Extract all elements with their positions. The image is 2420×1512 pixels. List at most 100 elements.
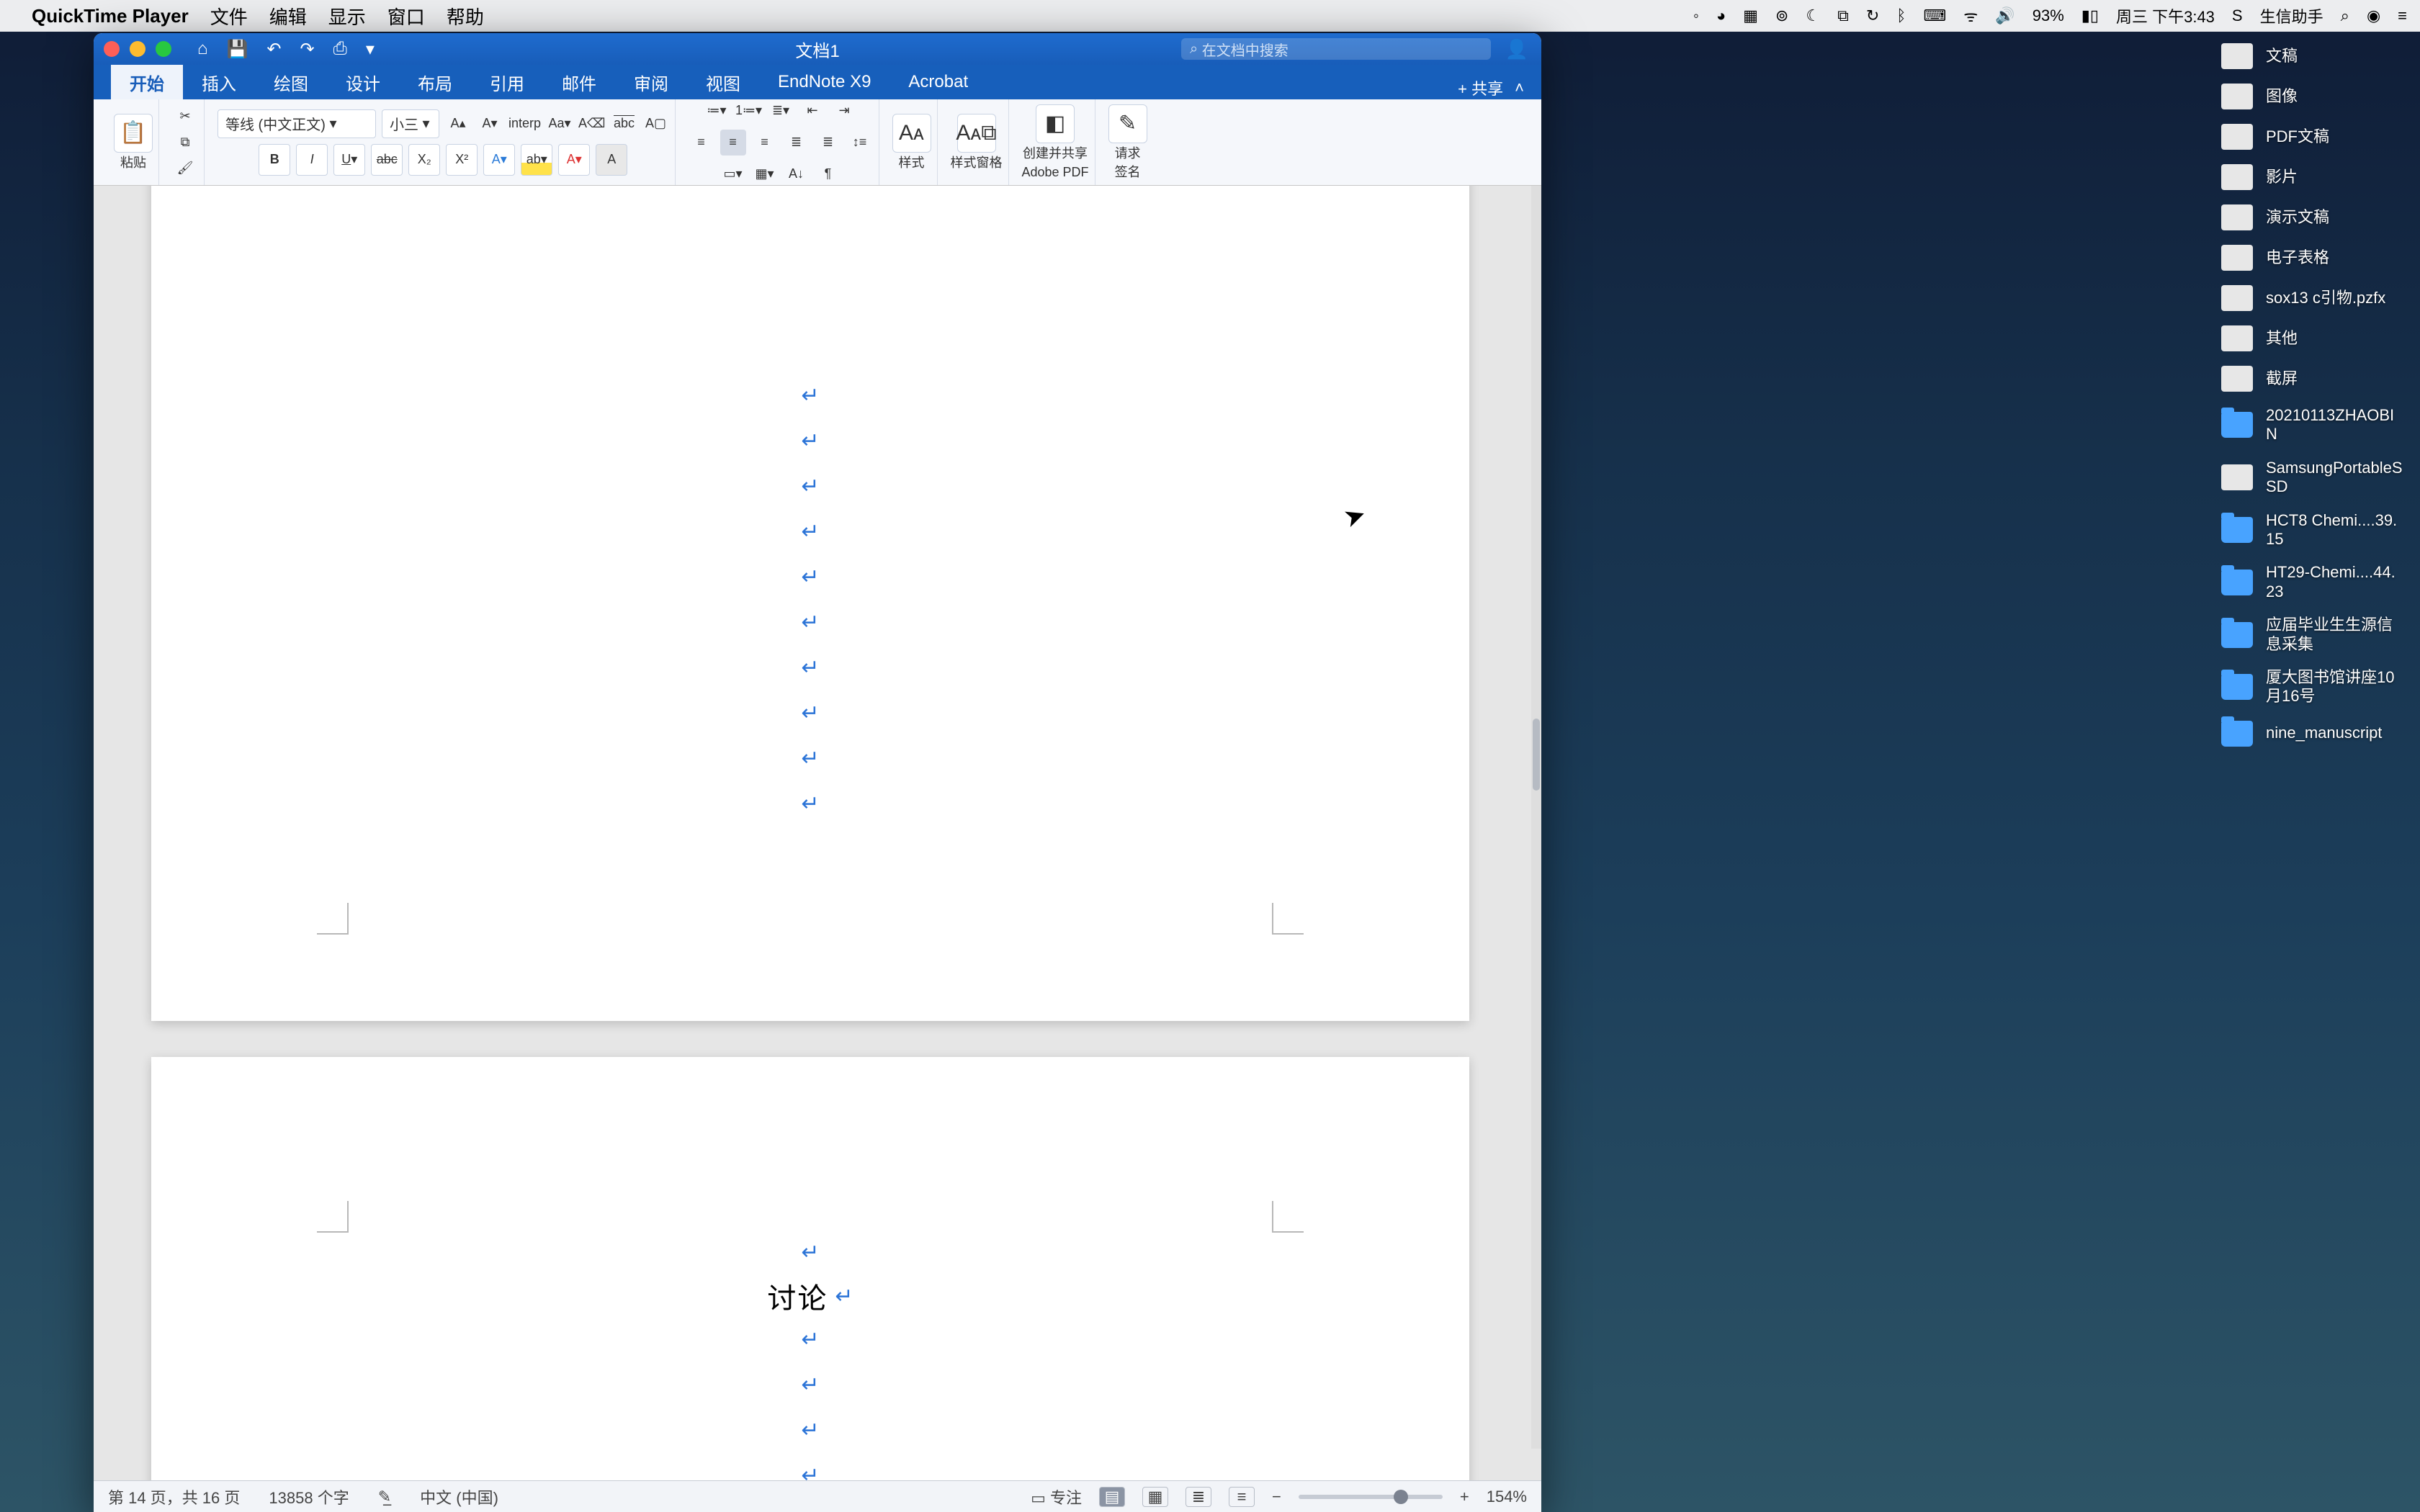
- tab-draw[interactable]: 绘图: [255, 65, 327, 99]
- adobe-create-button[interactable]: ◧: [1036, 104, 1075, 143]
- desktop-item[interactable]: 演示文稿: [2221, 204, 2408, 230]
- format-painter-icon[interactable]: 🖌: [172, 156, 198, 181]
- minimize-window-button[interactable]: [130, 41, 145, 57]
- status-icon[interactable]: ◦: [1693, 6, 1699, 25]
- phonetic-icon[interactable]: abc: [611, 111, 637, 137]
- clear-format-icon[interactable]: A⌫: [578, 111, 605, 137]
- zoom-slider[interactable]: [1299, 1495, 1443, 1499]
- document-canvas[interactable]: ↵ ↵ ↵ ↵ ↵ ↵ ↵ ↵ ↵ ↵ ↵ 讨论 ↵: [94, 186, 1541, 1480]
- superscript-button[interactable]: X²: [446, 144, 478, 176]
- clock[interactable]: 周三 下午3:43: [2116, 4, 2215, 27]
- copy-icon[interactable]: ⧉: [172, 130, 198, 154]
- desktop-item[interactable]: 厦大图书馆讲座10月16号: [2221, 668, 2408, 706]
- account-icon[interactable]: 👤: [1505, 38, 1528, 60]
- menu-window[interactable]: 窗口: [387, 3, 425, 30]
- page-prev[interactable]: ↵ ↵ ↵ ↵ ↵ ↵ ↵ ↵ ↵ ↵: [151, 186, 1469, 1021]
- zoom-thumb[interactable]: [1394, 1490, 1408, 1504]
- char-border-icon[interactable]: A▢: [643, 111, 669, 137]
- desktop-item[interactable]: 截屏: [2221, 366, 2408, 392]
- keyboard-icon[interactable]: ⌨: [1923, 6, 1946, 25]
- desktop-item[interactable]: 影片: [2221, 164, 2408, 190]
- cut-icon[interactable]: ✂: [172, 104, 198, 128]
- tab-mail[interactable]: 邮件: [543, 65, 615, 99]
- fullscreen-window-button[interactable]: [156, 41, 171, 57]
- collapse-ribbon-icon[interactable]: ˄: [1515, 78, 1524, 97]
- zoom-out-button[interactable]: −: [1272, 1488, 1281, 1506]
- font-size-select[interactable]: 小三 ▾: [382, 109, 439, 138]
- language-indicator[interactable]: 中文 (中国): [420, 1485, 498, 1508]
- close-window-button[interactable]: [104, 41, 120, 57]
- shading-icon[interactable]: ▭▾: [720, 161, 746, 187]
- wifi-icon[interactable]: ᯤ: [1963, 5, 1978, 27]
- dec-indent-icon[interactable]: ⇤: [799, 98, 825, 124]
- underline-button[interactable]: U▾: [333, 144, 365, 176]
- redo-icon[interactable]: ↷: [300, 39, 315, 60]
- char-shading-icon[interactable]: A: [596, 144, 627, 176]
- borders-icon[interactable]: ▦▾: [752, 161, 778, 187]
- spellcheck-icon[interactable]: ✎̲: [378, 1488, 391, 1506]
- font-name-select[interactable]: 等线 (中文正文) ▾: [218, 109, 376, 138]
- focus-mode-button[interactable]: ▭ 专注: [1031, 1485, 1082, 1508]
- moon-icon[interactable]: ☾: [1806, 6, 1820, 25]
- page-current[interactable]: ↵ 讨论 ↵ ↵ ↵ ↵ ↵ ↵ ↵ ↵: [151, 1057, 1469, 1480]
- undo-icon[interactable]: ↶: [266, 39, 281, 60]
- tab-insert[interactable]: 插入: [183, 65, 255, 99]
- siri-icon[interactable]: ◉: [2367, 6, 2380, 25]
- wechat-icon[interactable]: ◕: [1716, 6, 1726, 25]
- tab-endnote[interactable]: EndNote X9: [759, 65, 889, 99]
- tab-layout[interactable]: 布局: [399, 65, 471, 99]
- qat-more-icon[interactable]: ▾: [366, 39, 375, 60]
- desktop-item[interactable]: PDF文稿: [2221, 124, 2408, 150]
- line-spacing-icon[interactable]: ↕≡: [847, 130, 873, 156]
- draft-view-icon[interactable]: ≡: [1229, 1487, 1255, 1507]
- print-icon[interactable]: ⎙: [333, 39, 347, 60]
- grow-font-icon[interactable]: A▴: [445, 111, 471, 137]
- home-icon[interactable]: ⌂: [197, 39, 208, 60]
- desktop-item[interactable]: sox13 c引物.pzfx: [2221, 285, 2408, 311]
- tell-me-search[interactable]: ⌕ 在文档中搜索: [1181, 38, 1491, 60]
- multilist-icon[interactable]: ≣▾: [768, 98, 794, 124]
- show-marks-icon[interactable]: ¶: [815, 161, 841, 187]
- share-button[interactable]: + 共享: [1458, 76, 1503, 99]
- vertical-scrollbar[interactable]: [1531, 186, 1541, 1449]
- tab-home[interactable]: 开始: [111, 65, 183, 99]
- tab-review[interactable]: 审阅: [615, 65, 687, 99]
- paste-button[interactable]: 📋: [114, 114, 153, 153]
- grid-icon[interactable]: ▦: [1743, 6, 1758, 25]
- numbering-icon[interactable]: 1≔▾: [735, 98, 762, 124]
- menu-edit[interactable]: 编辑: [269, 3, 307, 30]
- page-indicator[interactable]: 第 14 页，共 16 页: [108, 1485, 240, 1508]
- change-case-icon[interactable]: Aa▾: [547, 111, 573, 137]
- bluetooth-icon[interactable]: ᛒ: [1896, 6, 1906, 25]
- desktop-item[interactable]: 文稿: [2221, 43, 2408, 69]
- circle-icon[interactable]: ⊚: [1775, 6, 1788, 25]
- align-right-icon[interactable]: ≡: [752, 130, 778, 156]
- word-count[interactable]: 13858 个字: [269, 1485, 349, 1508]
- zoom-in-button[interactable]: +: [1460, 1488, 1469, 1506]
- desktop-item[interactable]: SamsungPortableSSD: [2221, 459, 2408, 497]
- justify-icon[interactable]: ≣: [784, 130, 810, 156]
- italic-button[interactable]: I: [296, 144, 328, 176]
- s-icon[interactable]: S: [2232, 6, 2243, 25]
- align-left-icon[interactable]: ≡: [689, 130, 714, 156]
- desktop-item[interactable]: HT29-Chemi....44.23: [2221, 563, 2408, 601]
- desktop-item[interactable]: 20210113ZHAOBIN: [2221, 406, 2408, 444]
- desktop-item[interactable]: 电子表格: [2221, 245, 2408, 271]
- scroll-thumb[interactable]: [1533, 719, 1540, 791]
- adobe-sign-button[interactable]: ✎: [1108, 104, 1147, 143]
- assistant-label[interactable]: 生信助手: [2260, 4, 2323, 27]
- active-app-name[interactable]: QuickTime Player: [32, 5, 189, 27]
- desktop-item[interactable]: 应届毕业生生源信息采集: [2221, 616, 2408, 654]
- tab-view[interactable]: 视图: [687, 65, 759, 99]
- shrink-font-icon[interactable]: A▾: [477, 111, 503, 137]
- align-center-icon[interactable]: ≡: [720, 130, 746, 156]
- spotlight-icon[interactable]: ⌕: [2341, 6, 2349, 25]
- web-layout-view-icon[interactable]: ▦: [1142, 1487, 1168, 1507]
- inc-indent-icon[interactable]: ⇥: [831, 98, 857, 124]
- desktop-item[interactable]: HCT8 Chemi....39.15: [2221, 511, 2408, 549]
- bullets-icon[interactable]: ≔▾: [704, 98, 730, 124]
- battery-icon[interactable]: ▮▯: [2081, 6, 2099, 25]
- control-center-icon[interactable]: ≡: [2398, 6, 2407, 25]
- strike-button[interactable]: abc: [371, 144, 403, 176]
- distribute-icon[interactable]: ≣: [815, 130, 841, 156]
